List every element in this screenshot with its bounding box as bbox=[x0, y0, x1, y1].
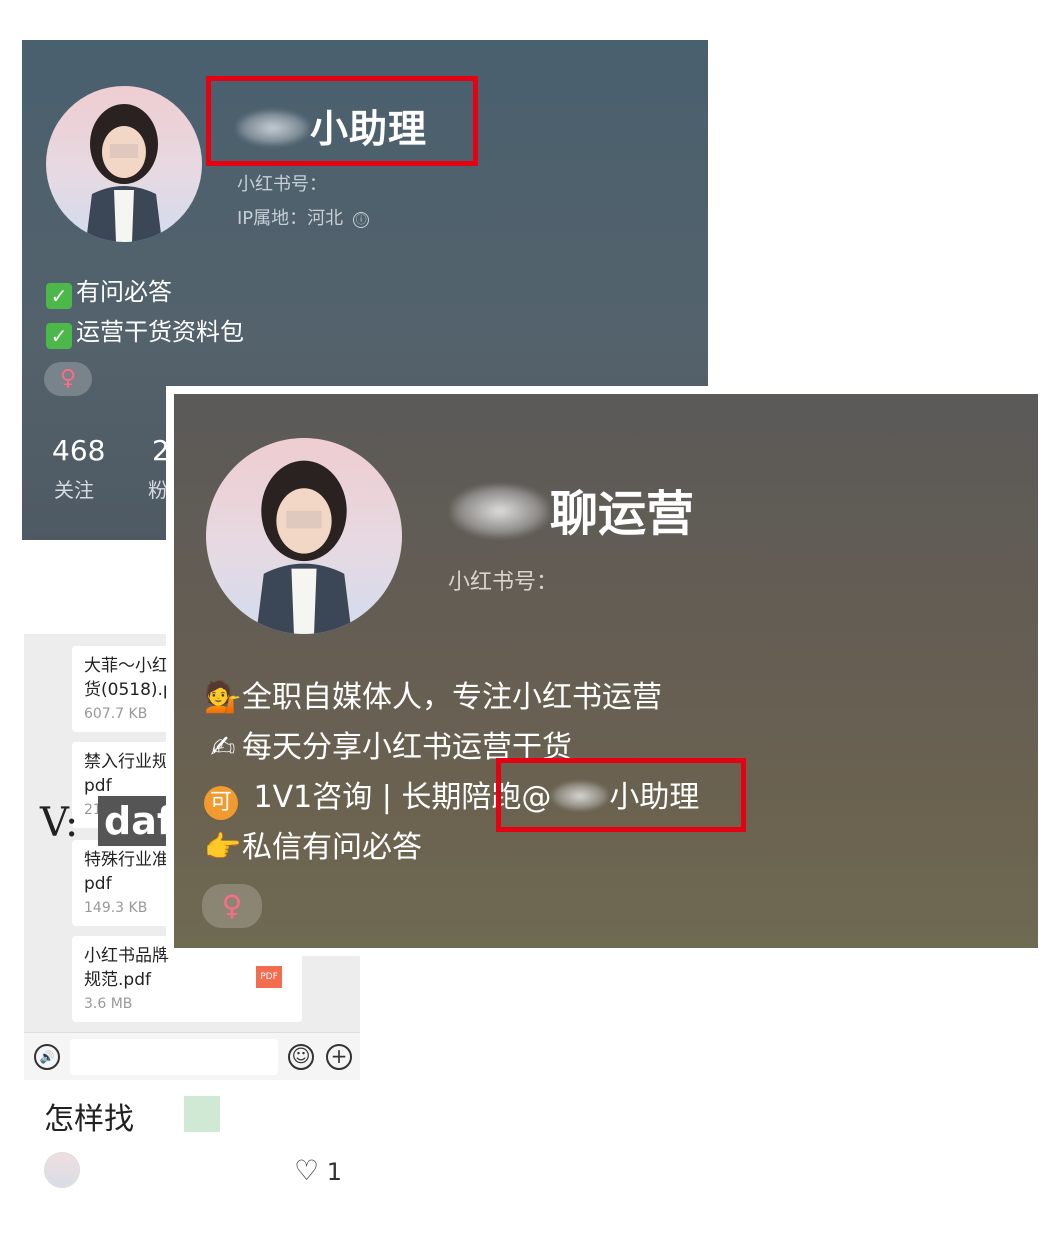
note-thumbnail bbox=[184, 1096, 220, 1132]
highlight-box bbox=[496, 758, 746, 832]
pointing-hand-icon: 👉 bbox=[204, 830, 242, 865]
followers-label[interactable]: 粉 bbox=[148, 474, 168, 503]
watermark-label: V: bbox=[40, 800, 79, 846]
red-id: 小红书号： bbox=[237, 174, 327, 195]
plus-icon[interactable]: + bbox=[326, 1044, 352, 1070]
female-icon: ♀ bbox=[202, 884, 262, 928]
bio-line-4: 👉私信有问必答 bbox=[204, 830, 422, 865]
chat-input-bar: 🔊 ☺ + bbox=[24, 1032, 360, 1080]
avatar-illustration bbox=[86, 104, 162, 242]
bio-line-2: ✓ 运营干货资料包 bbox=[46, 312, 244, 349]
profile-name: 聊运营 bbox=[450, 474, 694, 544]
bio-line-1: 💁全职自媒体人，专注小红书运营 bbox=[204, 680, 662, 715]
following-count[interactable]: 468 bbox=[52, 434, 105, 467]
pdf-icon: PDF bbox=[256, 966, 282, 988]
big-profile-inner: 聊运营 小红书号： 💁全职自媒体人，专注小红书运营 ✍ 每天分享小红书运营干货 可… bbox=[174, 394, 1038, 948]
person-icon: 💁 bbox=[204, 680, 242, 715]
following-label[interactable]: 关注 bbox=[54, 474, 94, 503]
highlight-box bbox=[206, 76, 478, 166]
profile-avatar[interactable] bbox=[46, 86, 202, 242]
note-title: 怎样找 bbox=[44, 1102, 134, 1137]
note-card[interactable]: 怎样找 ♡ 1 bbox=[24, 1080, 360, 1208]
female-icon: ♀ bbox=[44, 362, 92, 396]
redacted-blur bbox=[450, 484, 550, 538]
info-icon[interactable]: ⓘ bbox=[353, 212, 370, 228]
red-id: 小红书号： bbox=[448, 570, 559, 595]
like-button[interactable]: ♡ 1 bbox=[294, 1154, 342, 1187]
ip-location: IP属地：河北 ⓘ bbox=[237, 204, 370, 230]
big-profile-card: 聊运营 小红书号： 💁全职自媒体人，专注小红书运营 ✍ 每天分享小红书运营干货 可… bbox=[166, 386, 1046, 956]
bio-line-1: ✓ 有问必答 bbox=[46, 272, 172, 309]
ke-badge-icon: 可 bbox=[204, 786, 238, 820]
voice-icon[interactable]: 🔊 bbox=[34, 1044, 60, 1070]
writing-hand-icon: ✍ bbox=[210, 730, 236, 765]
profile-avatar[interactable] bbox=[206, 438, 402, 634]
author-avatar[interactable] bbox=[44, 1152, 80, 1188]
heart-icon: ♡ bbox=[294, 1154, 320, 1187]
avatar-illustration bbox=[256, 460, 352, 634]
emoji-icon[interactable]: ☺ bbox=[288, 1044, 314, 1070]
check-icon: ✓ bbox=[46, 323, 72, 349]
check-icon: ✓ bbox=[46, 283, 72, 309]
like-count: 1 bbox=[326, 1158, 343, 1186]
chat-input[interactable] bbox=[70, 1039, 278, 1075]
